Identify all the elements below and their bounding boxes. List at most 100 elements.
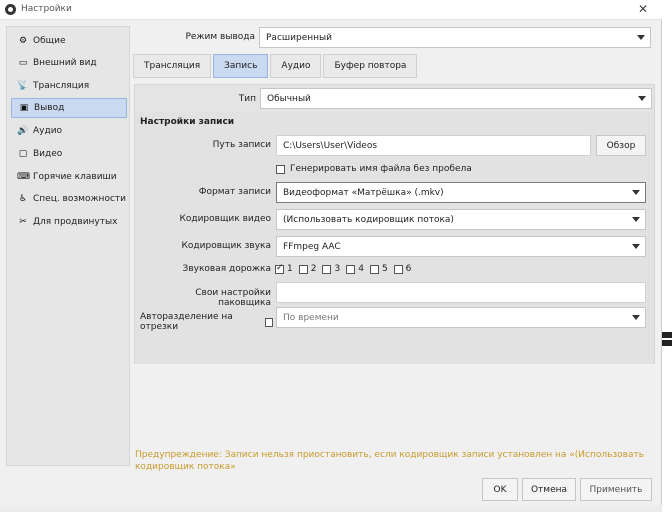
sidebar-item-stream[interactable]: 📡 Трансляция (11, 76, 127, 96)
type-select[interactable]: Обычный (260, 88, 652, 109)
sidebar-item-label: Общие (33, 36, 66, 46)
output-mode-value: Расширенный (266, 32, 332, 43)
apply-button[interactable]: Применить (580, 478, 652, 501)
audio-track-2[interactable]: 2 (298, 264, 317, 274)
auto-split-checkbox[interactable] (264, 317, 273, 327)
speaker-icon: 🔊 (17, 126, 29, 136)
sidebar-item-advanced[interactable]: ✂ Для продвинутых (11, 212, 127, 232)
chevron-down-icon (632, 244, 640, 249)
warning-text: Предупреждение: Записи нельзя приостанов… (135, 450, 645, 472)
no-space-checkbox[interactable] (276, 164, 285, 174)
track-checkbox[interactable] (393, 264, 403, 274)
tools-icon: ✂ (19, 217, 27, 227)
sidebar-item-label: Внешний вид (33, 58, 97, 68)
audio-track-checkboxes: 1 2 3 4 5 6 (275, 263, 417, 274)
keyboard-icon: ⌨ (17, 172, 30, 182)
title-bar: Настройки ✕ (0, 0, 662, 20)
sidebar-item-label: Аудио (33, 126, 63, 136)
no-space-checkbox-row[interactable]: Генерировать имя файла без пробела (276, 164, 472, 174)
tab-label: Трансляция (144, 61, 201, 71)
sidebar-item-accessibility[interactable]: ♿ Спец. возможности (11, 189, 127, 209)
video-encoder-value: (Использовать кодировщик потока) (283, 214, 454, 225)
record-format-label: Формат записи (198, 187, 271, 197)
tab-replay-buffer[interactable]: Буфер повтора (323, 54, 418, 78)
cancel-button[interactable]: Отмена (522, 478, 576, 501)
track-number: 3 (334, 264, 341, 274)
browse-button[interactable]: Обзор (596, 135, 646, 156)
audio-encoder-select[interactable]: FFmpeg AAC (276, 236, 646, 257)
track-number: 1 (287, 264, 293, 274)
output-icon: ▣ (19, 103, 29, 113)
sidebar-item-label: Горячие клавиши (33, 172, 117, 182)
track-number: 2 (310, 264, 317, 274)
sidebar-item-general[interactable]: ⚙ Общие (11, 31, 127, 51)
window-title: Настройки (21, 4, 72, 14)
ok-button[interactable]: OK (482, 478, 518, 501)
track-checkbox[interactable] (322, 264, 332, 274)
track-checkbox[interactable] (346, 264, 356, 274)
chevron-down-icon (632, 190, 640, 195)
audio-track-4[interactable]: 4 (346, 264, 364, 274)
background-strip (662, 0, 672, 512)
tab-audio[interactable]: Аудио (270, 54, 322, 78)
tab-streaming[interactable]: Трансляция (133, 54, 212, 78)
tab-label: Аудио (281, 61, 311, 71)
audio-encoder-label: Кодировщик звука (181, 241, 271, 251)
appearance-icon: ▭ (18, 58, 28, 68)
close-icon[interactable]: ✕ (638, 2, 648, 16)
sidebar-item-appearance[interactable]: ▭ Внешний вид (11, 53, 127, 73)
no-space-label: Генерировать имя файла без пробела (290, 164, 472, 174)
output-mode-label: Режим вывода (185, 32, 255, 42)
muxer-settings-input[interactable] (276, 282, 646, 303)
track-checkbox[interactable] (298, 264, 308, 274)
tab-recording[interactable]: Запись (213, 54, 269, 78)
stream-icon: 📡 (17, 81, 29, 91)
track-number: 4 (358, 264, 364, 274)
audio-track-6[interactable]: 6 (393, 264, 412, 274)
record-format-select[interactable]: Видеоформат «Матрёшка» (.mkv) (276, 182, 646, 203)
tab-label: Запись (224, 61, 258, 71)
track-number: 6 (405, 264, 412, 274)
output-tabs: Трансляция Запись Аудио Буфер повтора (133, 54, 419, 78)
auto-split-label: Авторазделение на отрезки (140, 312, 233, 332)
chevron-down-icon (632, 217, 640, 222)
sidebar-item-label: Для продвинутых (33, 217, 118, 227)
monitor-icon: ▢ (18, 149, 28, 159)
audio-track-3[interactable]: 3 (322, 264, 340, 274)
sidebar-item-video[interactable]: ▢ Видео (11, 144, 127, 164)
auto-split-value: По времени (283, 312, 339, 323)
record-format-value: Видеоформат «Матрёшка» (.mkv) (283, 187, 444, 198)
obs-logo-icon (5, 4, 16, 15)
recording-settings-title: Настройки записи (140, 117, 235, 127)
background-mark (662, 340, 672, 346)
sidebar-item-audio[interactable]: 🔊 Аудио (11, 121, 127, 141)
output-mode-select[interactable]: Расширенный (259, 27, 651, 48)
auto-split-row[interactable]: Авторазделение на отрезки (140, 312, 273, 332)
type-value: Обычный (267, 93, 311, 104)
audio-encoder-value: FFmpeg AAC (283, 241, 341, 252)
sidebar-item-label: Трансляция (33, 81, 90, 91)
record-path-input[interactable]: C:\Users\User\Videos (276, 135, 591, 156)
record-path-label: Путь записи (212, 140, 271, 150)
auto-split-select[interactable]: По времени (276, 307, 646, 328)
audio-track-5[interactable]: 5 (369, 264, 388, 274)
sidebar-item-output[interactable]: ▣ Вывод (11, 98, 127, 118)
sidebar-item-label: Вывод (34, 103, 65, 113)
chevron-down-icon (637, 35, 645, 40)
track-checkbox[interactable] (369, 264, 379, 274)
track-number: 5 (381, 264, 388, 274)
video-encoder-select[interactable]: (Использовать кодировщик потока) (276, 209, 646, 230)
type-label: Тип (238, 94, 256, 104)
settings-sidebar: ⚙ Общие ▭ Внешний вид 📡 Трансляция ▣ Выв… (6, 26, 130, 466)
chevron-down-icon (632, 315, 640, 320)
sidebar-item-label: Спец. возможности (33, 194, 126, 204)
sidebar-item-hotkeys[interactable]: ⌨ Горячие клавиши (11, 167, 127, 187)
tab-label: Буфер повтора (334, 61, 407, 71)
sidebar-item-label: Видео (33, 149, 63, 159)
audio-track-1[interactable]: 1 (275, 263, 293, 274)
track-checkbox[interactable] (275, 263, 284, 274)
chevron-down-icon (638, 96, 646, 101)
settings-window: Настройки ✕ ⚙ Общие ▭ Внешний вид 📡 Тран… (0, 0, 662, 512)
record-path-value: C:\Users\User\Videos (283, 140, 378, 151)
muxer-settings-label: Свои настройки паковщика (195, 288, 271, 308)
